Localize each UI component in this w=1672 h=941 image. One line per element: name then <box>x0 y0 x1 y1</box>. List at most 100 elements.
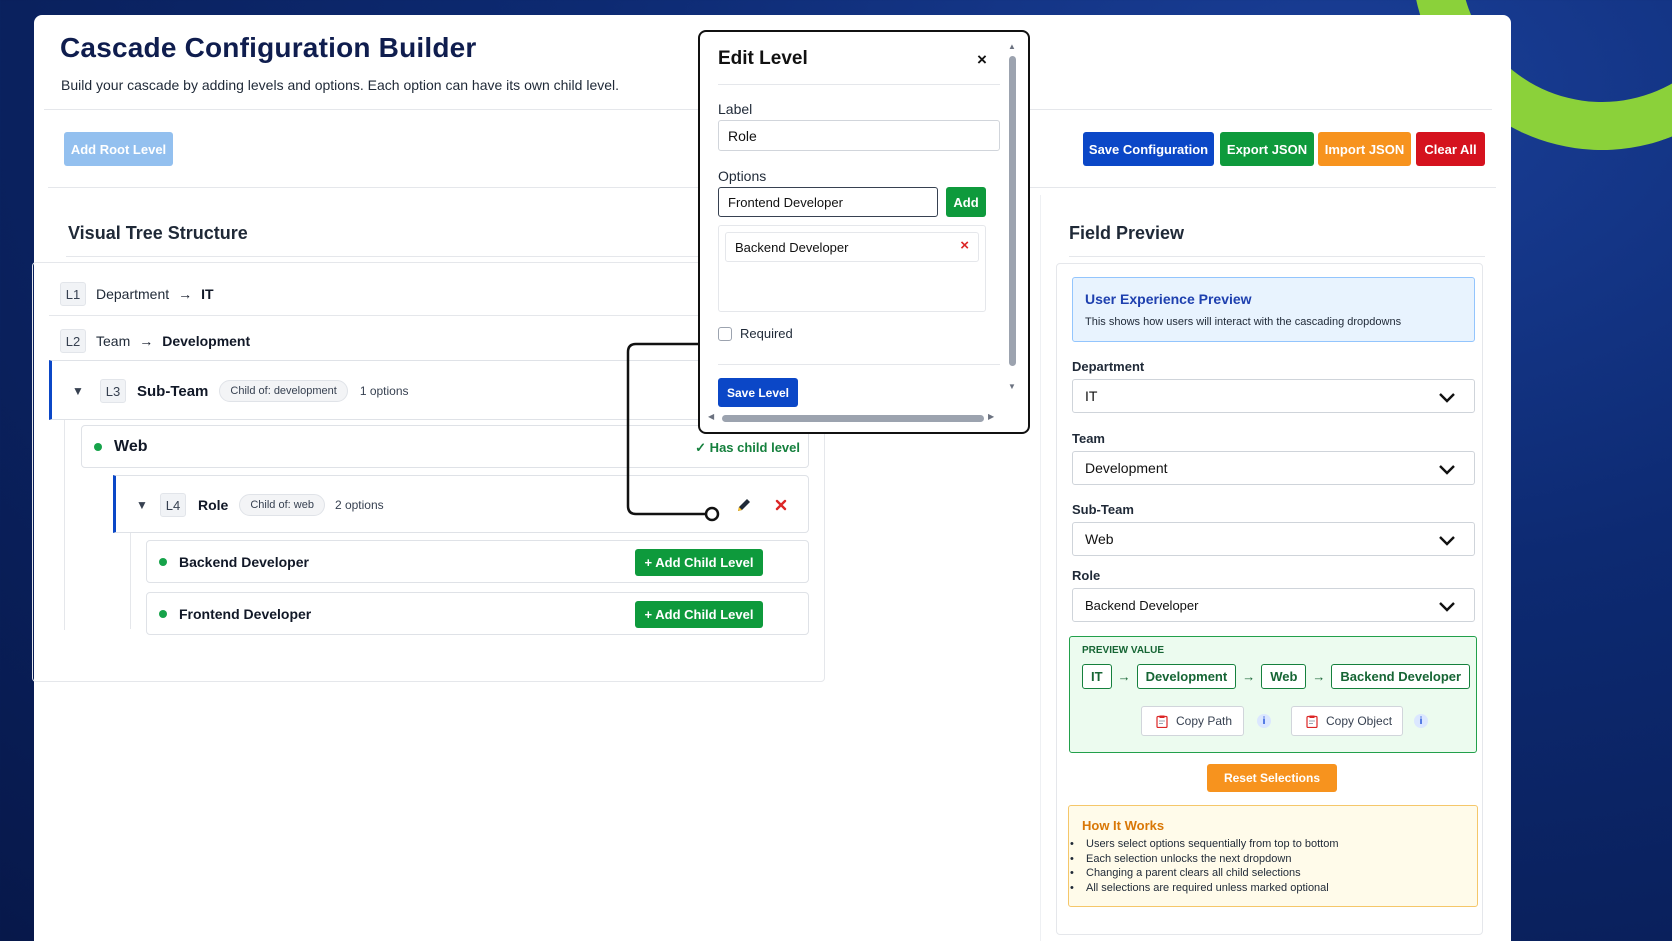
remove-option-icon[interactable]: × <box>960 237 969 254</box>
add-option-button[interactable]: Add <box>946 187 986 217</box>
horizontal-scroll-thumb[interactable] <box>722 415 984 422</box>
modal-divider <box>718 364 1000 365</box>
horizontal-scrollbar[interactable]: ◀ ▶ <box>708 412 998 424</box>
vertical-scroll-thumb[interactable] <box>1009 56 1016 366</box>
export-json-button[interactable]: Export JSON <box>1220 132 1314 166</box>
arrow-text: → <box>178 286 193 302</box>
how-item: Users select options sequentially from t… <box>1070 838 1338 853</box>
label-input[interactable]: Role <box>718 120 1000 151</box>
tree-connector-line <box>130 529 131 629</box>
how-it-works-list: Users select options sequentially from t… <box>1070 838 1339 897</box>
department-select[interactable]: IT <box>1072 379 1475 413</box>
modal-divider <box>718 84 1000 85</box>
ux-preview-box: User Experience Preview This shows how u… <box>1072 277 1475 342</box>
tree-row-l1[interactable]: L1 Department → IT <box>60 280 214 308</box>
path-chip: Web <box>1261 664 1307 689</box>
vertical-scrollbar[interactable]: ▲ ▼ <box>1008 42 1017 402</box>
level-badge: L1 <box>60 282 86 306</box>
collapse-toggle[interactable]: ▼ <box>136 498 160 512</box>
select-value: Development <box>1085 460 1168 476</box>
add-child-level-button[interactable]: + Add Child Level <box>635 549 763 576</box>
page-title: Cascade Configuration Builder <box>60 32 477 63</box>
copy-object-label: Copy Object <box>1326 714 1393 728</box>
level-value: Development <box>162 333 251 349</box>
reset-selections-button[interactable]: Reset Selections <box>1207 764 1337 792</box>
info-icon[interactable]: i <box>1257 714 1271 728</box>
preview-value-box: PREVIEW VALUE IT → Development → Web → B… <box>1069 636 1477 753</box>
options-count: 1 options <box>359 384 409 398</box>
chevron-down-icon <box>1439 602 1455 612</box>
path-arrow: → <box>1117 669 1131 684</box>
level-badge: L2 <box>60 329 86 353</box>
clipboard-icon <box>1156 715 1168 728</box>
select-value: Backend Developer <box>1085 597 1199 613</box>
delete-icon[interactable] <box>774 498 788 512</box>
page-subtitle: Build your cascade by adding levels and … <box>61 77 620 93</box>
how-it-works-title: How It Works <box>1082 818 1165 833</box>
collapse-toggle[interactable]: ▼ <box>72 384 100 398</box>
field-label-department: Department <box>1072 359 1145 374</box>
option-name: Frontend Developer <box>179 606 312 622</box>
modal-title: Edit Level <box>718 48 808 69</box>
level-name: Team <box>96 333 131 349</box>
close-icon[interactable]: × <box>977 50 987 70</box>
options-caption: Options <box>718 168 767 184</box>
how-item: All selections are required unless marke… <box>1070 882 1339 897</box>
option-list-item-text: Backend Developer <box>735 239 849 255</box>
option-list-item: Backend Developer × <box>725 232 979 262</box>
child-of-pill: Child of: web <box>239 494 325 516</box>
select-value: Web <box>1085 531 1114 547</box>
role-select[interactable]: Backend Developer <box>1072 588 1475 622</box>
clipboard-icon <box>1306 715 1318 728</box>
option-input[interactable]: Frontend Developer <box>718 187 938 217</box>
field-label-team: Team <box>1072 431 1105 446</box>
label-caption: Label <box>718 101 753 117</box>
option-bullet <box>159 558 167 566</box>
copy-path-button[interactable]: Copy Path <box>1141 706 1244 736</box>
level-badge: L3 <box>100 379 126 403</box>
option-backend-developer[interactable]: Backend Developer + Add Child Level <box>146 540 809 583</box>
copy-path-label: Copy Path <box>1176 714 1233 728</box>
add-root-level-button[interactable]: Add Root Level <box>64 132 173 166</box>
field-label-role: Role <box>1072 568 1101 583</box>
child-of-pill: Child of: development <box>219 380 348 402</box>
level-badge: L4 <box>160 493 186 517</box>
ux-preview-title: User Experience Preview <box>1085 291 1252 307</box>
required-checkbox[interactable] <box>718 327 732 341</box>
path-chip: Development <box>1136 664 1237 689</box>
path-chip: IT <box>1082 664 1112 689</box>
add-child-level-button[interactable]: + Add Child Level <box>635 601 763 628</box>
option-name: Backend Developer <box>179 554 309 570</box>
preview-value-title: PREVIEW VALUE <box>1082 645 1165 656</box>
edit-level-modal: Edit Level × Label Role Options Frontend… <box>698 30 1030 434</box>
chevron-down-icon <box>1439 536 1455 546</box>
field-label-sub-team: Sub-Team <box>1072 502 1134 517</box>
how-item: Changing a parent clears all child selec… <box>1070 867 1339 882</box>
level-value: IT <box>201 286 214 302</box>
options-list: Backend Developer × <box>718 225 986 312</box>
import-json-button[interactable]: Import JSON <box>1318 132 1411 166</box>
tree-row-l2[interactable]: L2 Team → Development <box>60 327 250 355</box>
save-configuration-button[interactable]: Save Configuration <box>1083 132 1214 166</box>
clear-all-button[interactable]: Clear All <box>1416 132 1485 166</box>
team-select[interactable]: Development <box>1072 451 1475 485</box>
save-level-button[interactable]: Save Level <box>718 378 798 407</box>
pencil-icon[interactable] <box>736 497 752 513</box>
options-count: 2 options <box>334 498 384 512</box>
info-icon[interactable]: i <box>1414 714 1428 728</box>
ux-preview-desc: This shows how users will interact with … <box>1085 316 1402 328</box>
option-frontend-developer[interactable]: Frontend Developer + Add Child Level <box>146 592 809 635</box>
select-value: IT <box>1085 388 1098 404</box>
sub-team-select[interactable]: Web <box>1072 522 1475 556</box>
tree-connector-line <box>64 420 65 630</box>
level-name: Sub-Team <box>137 382 209 400</box>
preview-section-title: Field Preview <box>1069 223 1185 243</box>
option-bullet <box>159 610 167 618</box>
row-divider <box>49 315 809 316</box>
chevron-down-icon <box>1439 465 1455 475</box>
preview-title-divider <box>1069 256 1485 257</box>
path-arrow: → <box>1312 669 1326 684</box>
column-divider <box>1040 195 1041 941</box>
copy-object-button[interactable]: Copy Object <box>1291 706 1403 736</box>
level-name: Role <box>198 497 229 513</box>
